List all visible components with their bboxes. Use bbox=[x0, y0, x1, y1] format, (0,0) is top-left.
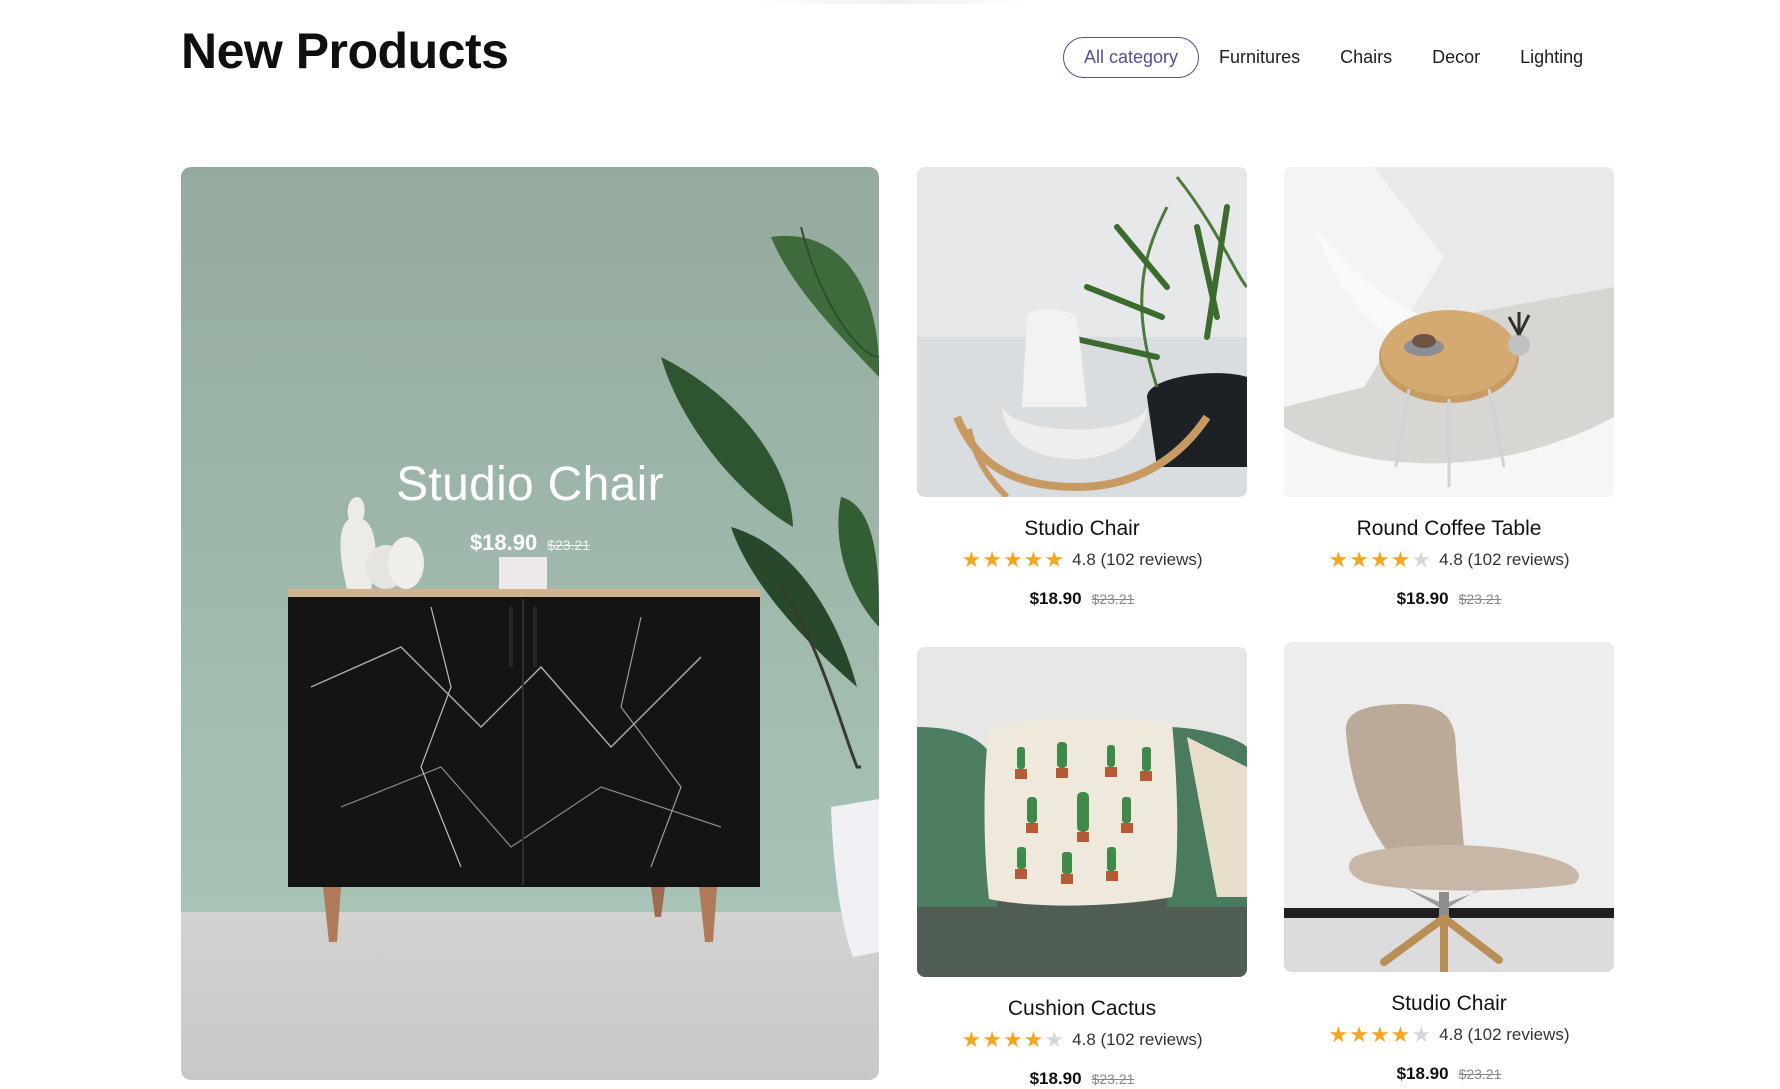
product-image bbox=[917, 647, 1247, 977]
product-price: $18.90 bbox=[1396, 1064, 1449, 1083]
product-name: Cushion Cactus bbox=[1007, 997, 1157, 1020]
product-rating: ★ ★ ★ ★ ★ 4.8 (102 reviews) bbox=[1284, 549, 1614, 571]
rating-text: 4.8 (102 reviews) bbox=[1072, 550, 1203, 569]
product-info: Cushion Cactus ★ ★ ★ ★ ★ 4.8 (102 reviews) $… bbox=[917, 997, 1247, 1089]
rating-text: 4.8 (102 reviews) bbox=[1072, 1030, 1203, 1049]
product-name: Round Coffee Table bbox=[1356, 517, 1542, 540]
product-name: Studio Chair bbox=[1024, 517, 1140, 540]
category-decor[interactable]: Decor bbox=[1432, 47, 1480, 68]
product-prices: $18.90 $23.21 bbox=[1284, 1064, 1614, 1084]
star-empty-icon: ★ bbox=[1411, 1022, 1432, 1047]
star-filled-icon: ★ bbox=[961, 1027, 982, 1052]
star-filled-icon: ★ bbox=[1390, 1022, 1411, 1047]
featured-product-card[interactable]: Studio Chair $18.90 $23.21 bbox=[181, 167, 879, 1080]
star-filled-icon: ★ bbox=[1023, 547, 1044, 572]
product-info: Round Coffee Table ★ ★ ★ ★ ★ 4.8 (102 review… bbox=[1284, 517, 1614, 609]
product-card[interactable]: Cushion Cactus ★ ★ ★ ★ ★ 4.8 (102 reviews) $… bbox=[917, 647, 1247, 1089]
top-edge-shadow bbox=[755, 0, 1035, 4]
star-filled-icon: ★ bbox=[1349, 547, 1369, 572]
rating-text: 4.8 (102 reviews) bbox=[1439, 550, 1570, 569]
rating-stars: ★ ★ ★ ★ ★ bbox=[961, 549, 1064, 571]
category-all[interactable]: All category bbox=[1063, 36, 1200, 78]
product-image bbox=[1284, 642, 1614, 972]
product-old-price: $23.21 bbox=[1091, 591, 1135, 607]
star-filled-icon: ★ bbox=[961, 547, 982, 572]
product-card[interactable]: Round Coffee Table ★ ★ ★ ★ ★ 4.8 (102 review… bbox=[1284, 167, 1614, 609]
product-card[interactable]: Studio Chair ★ ★ ★ ★ ★ 4.8 (102 reviews) $18… bbox=[1284, 642, 1614, 1084]
rating-stars: ★ ★ ★ ★ ★ bbox=[961, 1029, 1064, 1051]
featured-product-info: Studio Chair $18.90 $23.21 bbox=[181, 457, 879, 556]
category-lighting[interactable]: Lighting bbox=[1520, 47, 1583, 68]
star-filled-icon: ★ bbox=[1328, 1022, 1349, 1047]
featured-product-image bbox=[181, 167, 879, 1080]
featured-product-prices: $18.90 $23.21 bbox=[181, 530, 879, 556]
product-image bbox=[1284, 167, 1614, 497]
star-filled-icon: ★ bbox=[1369, 1022, 1390, 1047]
star-filled-icon: ★ bbox=[1023, 1027, 1044, 1052]
product-info: Studio Chair ★ ★ ★ ★ ★ 4.8 (102 reviews) $18… bbox=[917, 517, 1247, 609]
product-image bbox=[917, 167, 1247, 497]
star-filled-icon: ★ bbox=[1390, 547, 1411, 572]
star-empty-icon: ★ bbox=[1044, 1027, 1065, 1052]
product-prices: $18.90 $23.21 bbox=[1284, 589, 1614, 609]
star-empty-icon: ★ bbox=[1411, 547, 1432, 572]
featured-product-name: Studio Chair bbox=[396, 458, 664, 511]
product-rating: ★ ★ ★ ★ ★ 4.8 (102 reviews) bbox=[917, 1029, 1247, 1051]
rating-stars: ★ ★ ★ ★ ★ bbox=[1328, 549, 1431, 571]
product-card[interactable]: Studio Chair ★ ★ ★ ★ ★ 4.8 (102 reviews) $18… bbox=[917, 167, 1247, 609]
rating-stars: ★ ★ ★ ★ ★ bbox=[1328, 1024, 1431, 1046]
product-price: $18.90 bbox=[1029, 589, 1082, 608]
product-rating: ★ ★ ★ ★ ★ 4.8 (102 reviews) bbox=[917, 549, 1247, 571]
star-filled-icon: ★ bbox=[1002, 1027, 1023, 1052]
product-price: $18.90 bbox=[1396, 589, 1449, 608]
page-title: New Products bbox=[181, 23, 509, 79]
category-furnitures[interactable]: Furnitures bbox=[1219, 47, 1300, 68]
star-filled-icon: ★ bbox=[982, 1027, 1002, 1052]
product-old-price: $23.21 bbox=[1458, 591, 1502, 607]
category-chairs[interactable]: Chairs bbox=[1340, 47, 1392, 68]
product-name: Studio Chair bbox=[1391, 992, 1507, 1015]
product-prices: $18.90 $23.21 bbox=[917, 589, 1247, 609]
product-old-price: $23.21 bbox=[1091, 1071, 1135, 1087]
rating-text: 4.8 (102 reviews) bbox=[1439, 1025, 1570, 1044]
star-filled-icon: ★ bbox=[1349, 1022, 1369, 1047]
star-filled-icon: ★ bbox=[1369, 547, 1390, 572]
star-filled-icon: ★ bbox=[1002, 547, 1023, 572]
product-prices: $18.90 $23.21 bbox=[917, 1069, 1247, 1089]
category-filter: All category Furnitures Chairs Decor Lig… bbox=[1063, 36, 1583, 78]
featured-price: $18.90 bbox=[469, 530, 538, 555]
product-price: $18.90 bbox=[1029, 1069, 1082, 1088]
star-filled-icon: ★ bbox=[1328, 547, 1349, 572]
product-info: Studio Chair ★ ★ ★ ★ ★ 4.8 (102 reviews) $18… bbox=[1284, 992, 1614, 1084]
product-rating: ★ ★ ★ ★ ★ 4.8 (102 reviews) bbox=[1284, 1024, 1614, 1046]
star-filled-icon: ★ bbox=[1044, 547, 1065, 572]
featured-old-price: $23.21 bbox=[547, 537, 591, 553]
star-filled-icon: ★ bbox=[982, 547, 1002, 572]
